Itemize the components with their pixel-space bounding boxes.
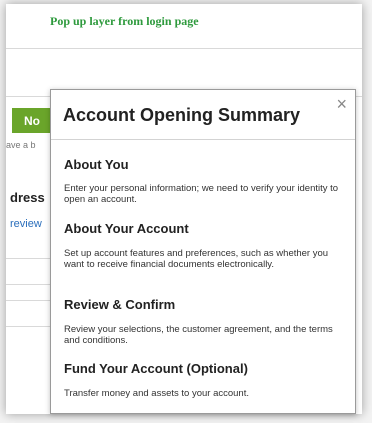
section-heading-about-you: About You (64, 157, 129, 172)
form-row-line (6, 284, 56, 285)
screenshot-frame: Pop up layer from login page No ave a b … (0, 0, 372, 423)
review-link[interactable]: review (10, 218, 42, 230)
address-heading: dress (10, 190, 45, 205)
section-heading-about-account: About Your Account (64, 221, 189, 236)
section-text-review-confirm: Review your selections, the customer agr… (64, 324, 333, 346)
account-opening-summary-modal: Account Opening Summary × About You Ente… (50, 89, 356, 414)
modal-divider (51, 139, 355, 140)
section-text-about-you: Enter your personal information; we need… (64, 183, 339, 205)
caption-text: Pop up layer from login page (50, 14, 199, 28)
section-text-about-account: Set up account features and preferences,… (64, 248, 329, 270)
section-text-fund-account: Transfer money and assets to your accoun… (64, 388, 249, 399)
section-heading-review-confirm: Review & Confirm (64, 297, 176, 312)
form-row-line (6, 326, 56, 327)
no-button[interactable]: No (12, 108, 52, 133)
close-icon[interactable]: × (336, 94, 347, 115)
background-divider (6, 48, 362, 49)
modal-title: Account Opening Summary (63, 105, 301, 125)
form-row-line (6, 300, 56, 301)
background-hint-text: ave a b (6, 140, 36, 150)
section-heading-fund-account: Fund Your Account (Optional) (64, 361, 248, 376)
form-row-line (6, 258, 56, 259)
